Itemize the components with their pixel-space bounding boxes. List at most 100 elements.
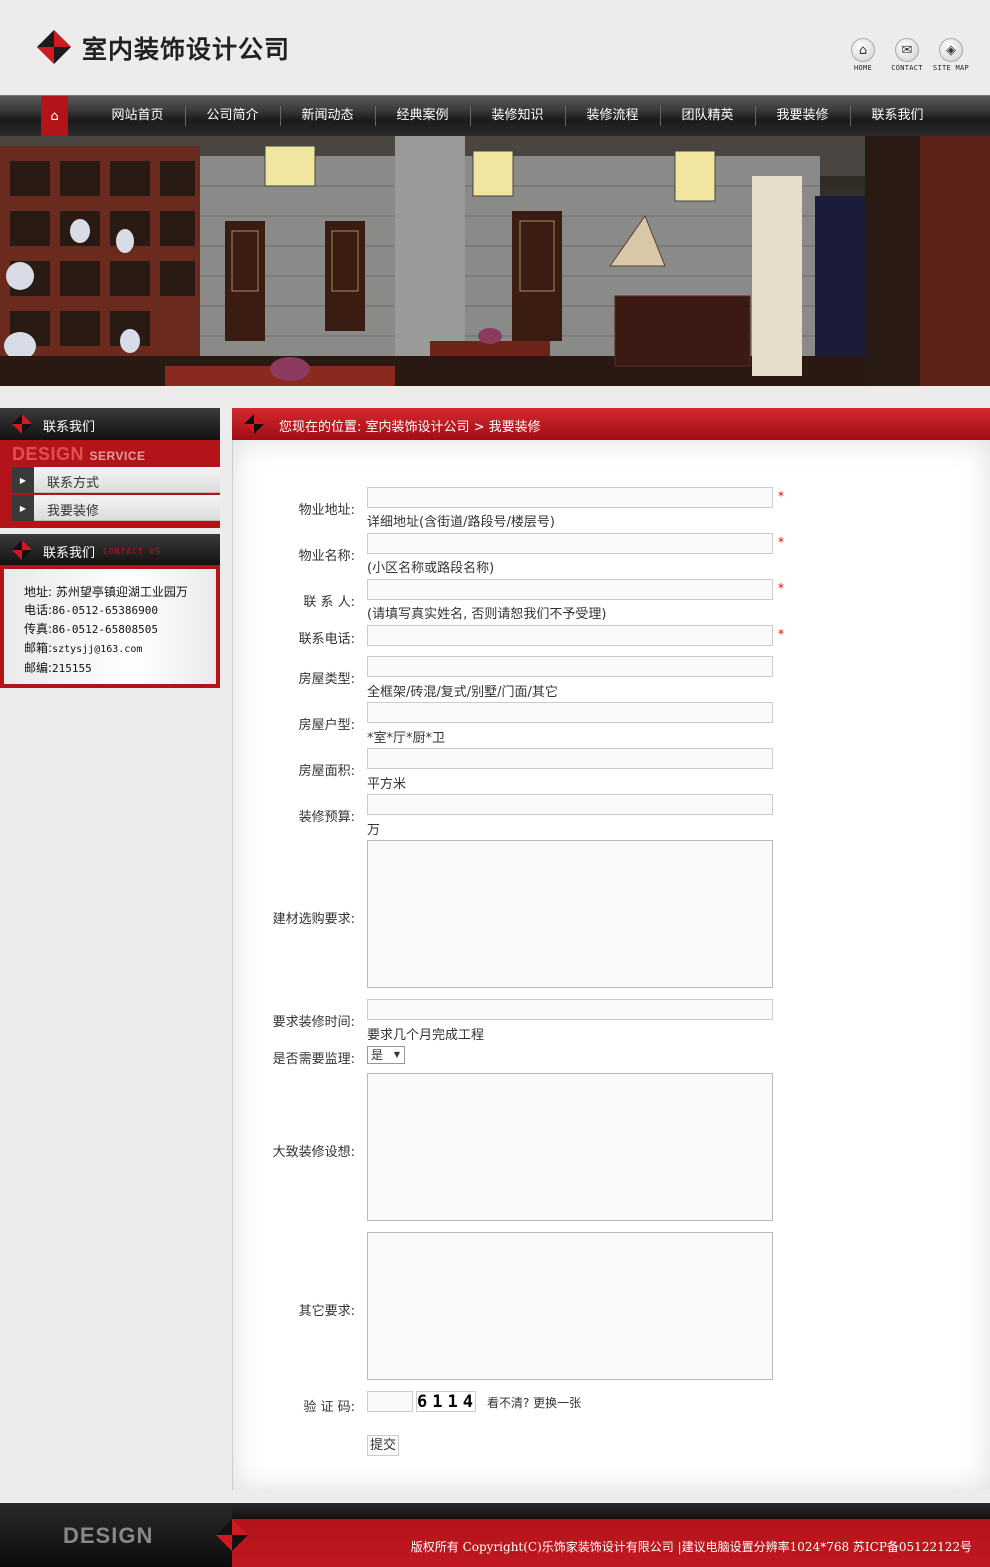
site-title: 室内装饰设计公司 — [82, 35, 291, 64]
footer-brand: DESIGN — [63, 1523, 154, 1548]
nav-item-team[interactable]: 团队精英 — [660, 96, 755, 136]
nav-item-decorate[interactable]: 我要装修 — [755, 96, 850, 136]
contact-zip: 邮编:215155 — [24, 659, 216, 678]
design-service-label: DESIGN SERVICE — [12, 444, 146, 465]
sidebar-link-decorate[interactable]: ▶ 我要装修 — [12, 495, 220, 521]
nav-item-contact[interactable]: 联系我们 — [850, 96, 945, 136]
nav-item-news[interactable]: 新闻动态 — [280, 96, 375, 136]
supervision-select[interactable]: 是 — [367, 1046, 405, 1064]
main-nav: ⌂ 网站首页 公司简介 新闻动态 经典案例 装修知识 装修流程 团队精英 我要装… — [0, 95, 990, 136]
sitemap-link[interactable]: ◈ SITE MAP — [932, 38, 970, 72]
home-link-label: HOME — [853, 64, 873, 72]
sidebar-header-contact-us: 联系我们 CONTACT US — [0, 534, 220, 566]
field-hint: 详细地址(含街道/路段号/楼层号) — [367, 515, 555, 530]
field-label: 大致装修设想: — [272, 1145, 355, 1160]
field-label: 装修预算: — [298, 810, 355, 825]
sidebar-link-contact-method[interactable]: ▶ 联系方式 — [12, 467, 220, 493]
contact-info-box: 地址: 苏州望亭镇迎湖工业园万 电话:86-0512-65386900 传真:8… — [0, 565, 220, 688]
phone-label: 电话: — [24, 603, 53, 617]
email-label: 邮箱: — [24, 641, 53, 655]
quick-links: ⌂ HOME ✉ CONTACT ◈ SITE MAP — [844, 38, 970, 72]
contact-link-label: CONTACT — [891, 64, 923, 72]
other-requirements-textarea[interactable] — [367, 1232, 773, 1380]
field-label: 建材选购要求: — [272, 912, 355, 927]
submit-button[interactable]: 提交 — [367, 1435, 399, 1456]
house-area-input[interactable] — [367, 748, 773, 769]
nav-item-about[interactable]: 公司简介 — [185, 96, 280, 136]
home-icon: ⌂ — [50, 108, 59, 124]
field-hint: (请填写真实姓名, 否则请恕我们不予受理) — [367, 607, 607, 622]
property-address-input[interactable] — [367, 487, 773, 508]
contact-email: 邮箱:sztysjj@163.com — [24, 639, 216, 659]
sidebar-header-contact: 联系我们 — [0, 408, 220, 440]
captcha-input[interactable] — [367, 1391, 413, 1412]
field-label: 验 证 码: — [303, 1400, 355, 1415]
phone-input[interactable] — [367, 625, 773, 646]
select-value: 是 — [371, 1048, 384, 1062]
phone-value: 86-0512-65386900 — [52, 604, 159, 617]
nav-item-knowledge[interactable]: 装修知识 — [470, 96, 565, 136]
field-label: 房屋类型: — [298, 672, 355, 687]
materials-textarea[interactable] — [367, 840, 773, 988]
field-label: 房屋面积: — [298, 764, 355, 779]
field-label: 房屋户型: — [298, 718, 355, 733]
field-hint: 要求几个月完成工程 — [367, 1028, 485, 1043]
arrow-right-icon: ▶ — [12, 495, 34, 521]
sidebar-title: 联系我们 — [43, 546, 96, 561]
house-type-input[interactable] — [367, 656, 773, 677]
breadcrumb-bar: 您现在的位置: 室内装饰设计公司 > 我要装修 — [232, 408, 990, 440]
field-hint: (小区名称或路段名称) — [367, 561, 495, 576]
site-header: 室内装饰设计公司 ⌂ HOME ✉ CONTACT ◈ SITE MAP — [0, 0, 990, 95]
sitemap-link-label: SITE MAP — [932, 64, 970, 72]
arrow-right-icon: ▶ — [12, 467, 34, 493]
required-mark: * — [778, 627, 784, 641]
zip-value: 215155 — [52, 662, 92, 675]
field-hint: 全框架/砖混/复式/别墅/门面/其它 — [367, 685, 558, 700]
sitemap-icon: ◈ — [939, 38, 963, 62]
idea-textarea[interactable] — [367, 1073, 773, 1221]
banner-image — [0, 136, 990, 386]
required-mark: * — [778, 581, 784, 595]
field-hint: 平方米 — [367, 777, 407, 792]
design-service-main: DESIGN — [12, 444, 85, 464]
field-label: 其它要求: — [298, 1304, 355, 1319]
nav-item-cases[interactable]: 经典案例 — [375, 96, 470, 136]
contact-address: 地址: 苏州望亭镇迎湖工业园万 — [24, 585, 188, 599]
home-icon: ⌂ — [851, 38, 875, 62]
logo-diamond-icon — [37, 30, 71, 64]
nav-item-home[interactable]: 网站首页 — [90, 96, 185, 136]
decoration-time-input[interactable] — [367, 999, 773, 1020]
design-service-sub: SERVICE — [89, 449, 146, 463]
contact-phone: 电话:86-0512-65386900 — [24, 601, 216, 620]
contact-person-input[interactable] — [367, 579, 773, 600]
property-name-input[interactable] — [367, 533, 773, 554]
footer-brand-block: DESIGN — [0, 1503, 232, 1567]
budget-input[interactable] — [367, 794, 773, 815]
diamond-icon — [12, 414, 32, 434]
required-mark: * — [778, 535, 784, 549]
contact-fax: 传真:86-0512-65808505 — [24, 620, 216, 639]
field-label: 是否需要监理: — [272, 1052, 355, 1067]
mail-icon: ✉ — [895, 38, 919, 62]
diamond-icon — [216, 1519, 248, 1551]
nav-item-process[interactable]: 装修流程 — [565, 96, 660, 136]
sidebar-subtitle: CONTACT US — [103, 547, 162, 556]
field-label: 物业名称: — [298, 549, 355, 564]
diamond-icon — [244, 414, 264, 434]
home-link[interactable]: ⌂ HOME — [844, 38, 882, 72]
nav-home-button[interactable]: ⌂ — [41, 96, 68, 136]
house-layout-input[interactable] — [367, 702, 773, 723]
field-hint: *室*厅*厨*卫 — [367, 731, 446, 746]
email-value: sztysjj@163.com — [52, 644, 143, 655]
diamond-icon — [12, 540, 32, 560]
field-hint: 万 — [367, 823, 381, 838]
required-mark: * — [778, 489, 784, 503]
contact-link[interactable]: ✉ CONTACT — [888, 38, 926, 72]
fax-label: 传真: — [24, 622, 53, 636]
sidebar-title: 联系我们 — [43, 420, 96, 435]
field-label: 联系电话: — [298, 632, 355, 647]
site-footer: DESIGN 版权所有 Copyright(C)乐饰家装饰设计有限公司 |建议电… — [0, 1503, 990, 1567]
fax-value: 86-0512-65808505 — [52, 623, 159, 636]
captcha-refresh-link[interactable]: 看不清? 更换一张 — [487, 1394, 581, 1411]
decoration-form: 物业地址: * 详细地址(含街道/路段号/楼层号) 物业名称: * (小区名称或… — [232, 440, 990, 1490]
